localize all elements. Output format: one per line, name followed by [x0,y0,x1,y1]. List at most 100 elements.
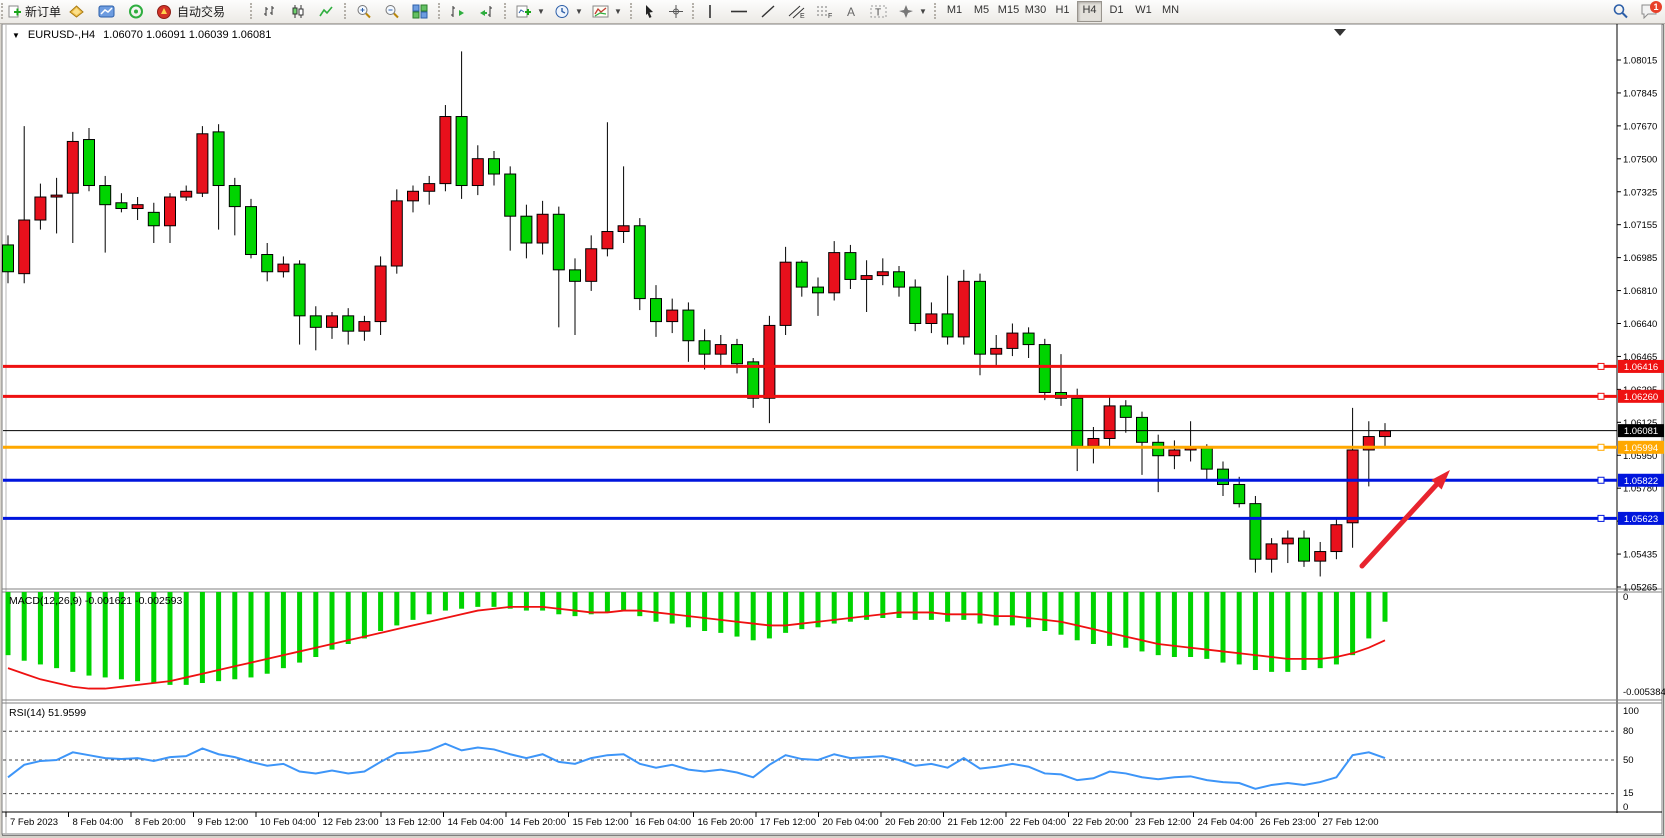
chart-canvas: 1.080151.078451.076701.075001.073251.071… [0,0,1665,838]
bar-chart-button[interactable] [258,1,282,21]
crosshair-button[interactable] [664,1,688,21]
zoom-in-button[interactable] [352,1,376,21]
crosshair-icon [668,4,684,19]
price-line-badge-label: 1.06416 [1624,362,1658,373]
macd-histogram-bar [978,592,983,624]
macd-histogram-bar [702,592,707,631]
timeframe-button-D1[interactable]: D1 [1104,1,1129,20]
candle [651,299,662,322]
chart-expand-icon[interactable]: ▼ [12,31,20,40]
indicator-list-button[interactable] [474,1,498,21]
toolbar-grip[interactable] [344,3,348,19]
macd-histogram-bar [637,592,642,616]
add-indicator-button[interactable]: ▼ [512,1,549,21]
time-label: 12 Feb 23:00 [323,817,379,828]
tile-windows-button[interactable] [408,1,432,21]
signals-radar-icon [128,4,144,19]
timeframes-menu-button[interactable]: ▼ [550,1,587,21]
candle [780,262,791,325]
new-order-button[interactable]: 新订单 [4,1,65,21]
timeframe-button-H1[interactable]: H1 [1050,1,1075,20]
candle [116,203,127,209]
market-watch-button[interactable] [64,1,89,21]
price-tick-label: 1.07325 [1623,187,1657,198]
line-handle[interactable] [1598,444,1604,450]
fibonacci-button[interactable]: F [812,1,838,21]
macd-histogram-bar [1091,592,1096,644]
candle [894,272,905,287]
timeframe-button-M1[interactable]: M1 [942,1,967,20]
candle [489,159,500,174]
tile-windows-icon [412,4,428,19]
macd-histogram-bar [427,592,432,614]
main-toolbar: 新订单 自动交易 ▼ [0,0,1665,24]
candle [910,287,921,323]
macd-histogram-bar [1269,592,1274,672]
trendline-button[interactable] [756,1,780,21]
timeframe-button-M5[interactable]: M5 [969,1,994,20]
price-line-badge-label: 1.05994 [1624,443,1658,454]
candlestick-chart-button[interactable] [286,1,310,21]
toolbar-grip[interactable] [250,3,254,19]
timeframe-button-M30[interactable]: M30 [1023,1,1048,20]
macd-histogram-bar [1383,592,1388,622]
time-label: 20 Feb 20:00 [885,817,941,828]
toolbar-grip[interactable] [630,3,634,19]
line-handle[interactable] [1598,477,1604,483]
search-button[interactable] [1608,1,1633,21]
macd-histogram-bar [735,592,740,637]
rsi-axis-label: 80 [1623,726,1634,737]
candle [440,117,451,184]
timeframe-button-H4[interactable]: H4 [1077,1,1102,22]
indicator-window-button[interactable] [446,1,470,21]
macd-histogram-bar [783,592,788,633]
chevron-down-icon: ▼ [537,7,545,16]
equidistant-channel-icon: E [788,4,806,19]
auto-trading-label: 自动交易 [177,3,225,20]
channel-button[interactable]: E [784,1,810,21]
notification-count-badge[interactable]: 1 [1650,1,1662,13]
toolbar-grip[interactable] [934,3,938,19]
text-a-icon: A [844,4,858,19]
toolbar-grip[interactable] [504,3,508,19]
signals-button[interactable] [124,1,148,21]
candle [1072,398,1083,446]
clock-icon [554,4,570,19]
cursor-button[interactable] [638,1,660,21]
candle [1234,484,1245,503]
arrows-button[interactable]: ▼ [894,1,931,21]
timeframe-button-M15[interactable]: M15 [996,1,1021,20]
macd-histogram-bar [524,592,529,611]
horizontal-line-icon [730,4,748,19]
search-icon [1612,3,1629,19]
toolbar-grip[interactable] [438,3,442,19]
macd-histogram-bar [1107,592,1112,646]
line-handle[interactable] [1598,363,1604,369]
line-handle[interactable] [1598,393,1604,399]
timeframe-button-W1[interactable]: W1 [1131,1,1156,20]
vertical-line-button[interactable] [700,1,720,21]
new-order-icon [8,5,21,18]
time-label: 16 Feb 04:00 [635,817,691,828]
candle [408,191,419,201]
timeframe-button-MN[interactable]: MN [1158,1,1183,20]
zoom-out-button[interactable] [380,1,404,21]
candle [845,253,856,280]
candle [213,132,224,186]
auto-trading-button[interactable]: 自动交易 [152,1,229,21]
horizontal-line-button[interactable] [726,1,752,21]
line-handle[interactable] [1598,515,1604,521]
text-button[interactable]: A [840,1,862,21]
macd-histogram-bar [1350,592,1355,655]
time-label: 22 Feb 20:00 [1073,817,1129,828]
line-chart-button[interactable] [314,1,338,21]
data-window-button[interactable] [94,1,119,21]
templates-button[interactable]: ▼ [588,1,626,21]
candle [19,220,30,274]
chart-title: ▼ EURUSD-,H4 1.06070 1.06091 1.06039 1.0… [12,29,271,41]
candle [942,314,953,337]
candle [586,249,597,282]
text-label-button[interactable]: T [866,1,892,21]
bar-chart-icon [262,4,278,19]
toolbar-grip[interactable] [692,3,696,19]
